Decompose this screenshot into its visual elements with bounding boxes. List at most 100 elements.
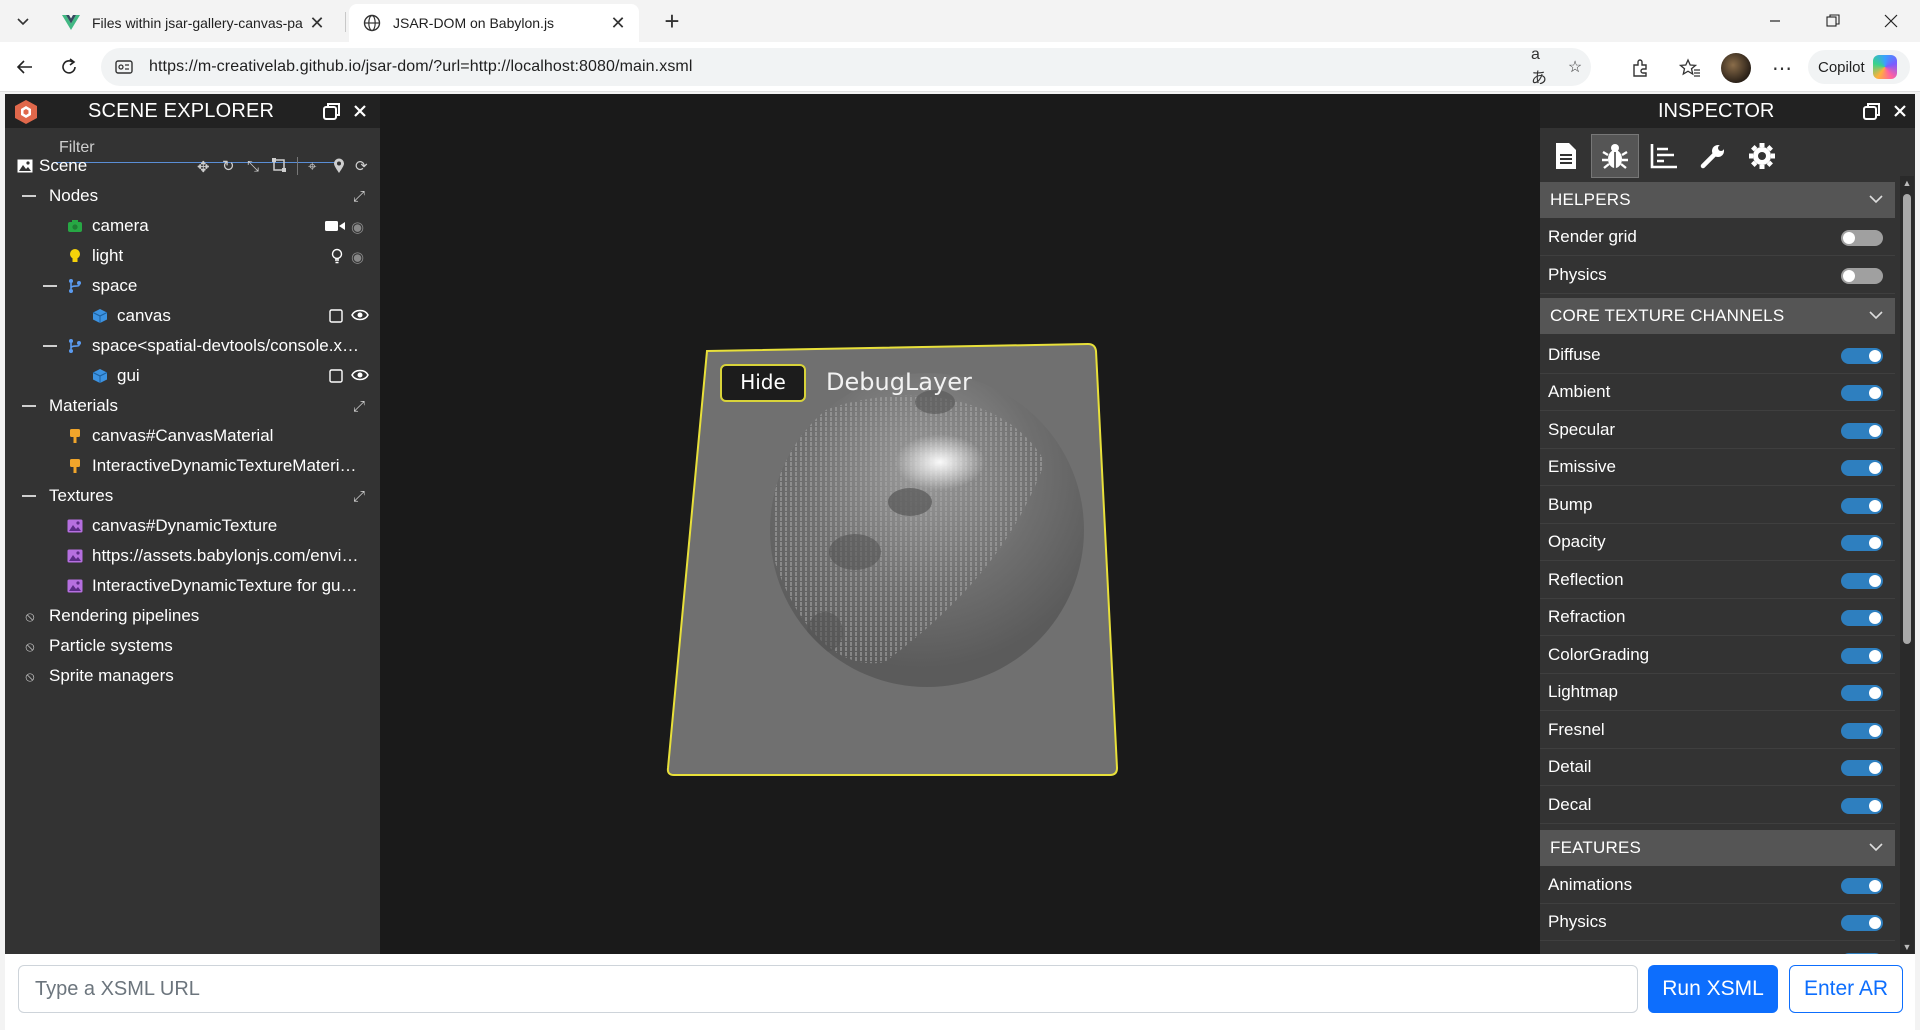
move-gizmo-icon[interactable]: ✥	[197, 158, 210, 176]
bounding-box-icon[interactable]	[272, 158, 286, 172]
copilot-label: Copilot	[1818, 58, 1865, 76]
render-canvas[interactable]: Hide DebugLayer	[380, 94, 1540, 954]
properties-tab-icon[interactable]	[1542, 134, 1590, 178]
emissive-toggle[interactable]	[1841, 460, 1883, 476]
refresh-icon[interactable]: ⟳	[355, 157, 368, 175]
popout-icon[interactable]	[321, 100, 343, 122]
tree-group-sprite-managers[interactable]: ⦸ Sprite managers	[5, 662, 380, 690]
tab-list-button[interactable]	[7, 6, 39, 36]
decal-toggle[interactable]	[1841, 798, 1883, 814]
tree-item-light[interactable]: light ◉	[5, 242, 380, 270]
prop-label: Decal	[1548, 795, 1592, 814]
rotate-gizmo-icon[interactable]: ↻	[222, 157, 235, 175]
collapse-all-icon[interactable]: ⤢	[353, 488, 365, 505]
profile-avatar[interactable]	[1721, 53, 1751, 83]
tree-item-canvas[interactable]: canvas	[5, 302, 380, 330]
light-toggle-icon[interactable]	[331, 248, 343, 264]
refraction-toggle[interactable]	[1841, 610, 1883, 626]
render-grid-toggle[interactable]	[1841, 230, 1883, 246]
tree-item-space-console[interactable]: space<spatial-devtools/console.x…	[5, 332, 380, 360]
tree-group-nodes[interactable]: Nodes ⤢	[5, 182, 380, 210]
close-icon[interactable]	[349, 100, 371, 122]
inspector-scrollbar[interactable]: ▲ ▼	[1900, 176, 1914, 954]
physics-feature-toggle[interactable]	[1841, 915, 1883, 931]
ambient-toggle[interactable]	[1841, 385, 1883, 401]
tree-item-space[interactable]: space	[5, 272, 380, 300]
bump-toggle[interactable]	[1841, 498, 1883, 514]
tab-close-icon[interactable]: ✕	[607, 12, 629, 34]
colorgrading-toggle[interactable]	[1841, 648, 1883, 664]
tree-item-texture[interactable]: https://assets.babylonjs.com/envi…	[5, 542, 380, 570]
copilot-button[interactable]: Copilot	[1808, 50, 1910, 84]
collapse-all-icon[interactable]: ⤢	[353, 398, 365, 415]
specular-toggle[interactable]	[1841, 423, 1883, 439]
tree-item-texture[interactable]: InteractiveDynamicTexture for gu…	[5, 572, 380, 600]
scroll-up-icon[interactable]: ▲	[1902, 178, 1912, 188]
section-core-texture-channels[interactable]: CORE TEXTURE CHANNELS	[1540, 298, 1895, 334]
tree-group-materials[interactable]: Materials ⤢	[5, 392, 380, 420]
bounding-box-toggle-icon[interactable]	[329, 309, 343, 323]
collapse-toggle[interactable]	[22, 495, 36, 497]
favorites-icon[interactable]	[1676, 54, 1704, 82]
bounding-box-toggle-icon[interactable]	[329, 369, 343, 383]
section-features[interactable]: FEATURES	[1540, 830, 1895, 866]
tree-group-particle-systems[interactable]: ⦸ Particle systems	[5, 632, 380, 660]
section-helpers[interactable]: HELPERS	[1540, 182, 1895, 218]
omnibox[interactable]: https://m-creativelab.github.io/jsar-dom…	[101, 46, 1591, 87]
video-camera-icon[interactable]	[325, 219, 345, 233]
collapse-toggle[interactable]	[43, 345, 57, 347]
eye-icon[interactable]: ◉	[351, 248, 364, 266]
favorite-star-icon[interactable]: ☆	[1563, 57, 1587, 77]
tools-tab-icon[interactable]	[1689, 134, 1737, 178]
tab-close-icon[interactable]: ✕	[306, 12, 328, 34]
minimize-button[interactable]	[1746, 0, 1804, 42]
eye-icon[interactable]: ◉	[351, 218, 364, 236]
more-menu-icon[interactable]: ⋯	[1768, 54, 1796, 82]
reflection-toggle[interactable]	[1841, 573, 1883, 589]
tree-item-material[interactable]: canvas#CanvasMaterial	[5, 422, 380, 450]
crosshair-icon[interactable]: ⌖	[308, 158, 316, 175]
detail-toggle[interactable]	[1841, 760, 1883, 776]
tab-jsar-dom[interactable]: JSAR-DOM on Babylon.js ✕	[349, 4, 639, 42]
physics-helper-toggle[interactable]	[1841, 268, 1883, 284]
tree-group-rendering-pipelines[interactable]: ⦸ Rendering pipelines	[5, 602, 380, 630]
hide-button[interactable]: Hide	[720, 364, 806, 402]
tab-files-within[interactable]: Files within jsar-gallery-canvas-pa ✕	[48, 4, 338, 42]
eye-icon[interactable]	[351, 309, 369, 321]
scrollbar-thumb[interactable]	[1903, 194, 1911, 644]
collapse-toggle[interactable]	[43, 285, 57, 287]
tree-item-camera[interactable]: camera ◉	[5, 212, 380, 240]
opacity-toggle[interactable]	[1841, 535, 1883, 551]
collapse-all-icon[interactable]: ⤢	[353, 188, 365, 205]
reload-button[interactable]	[52, 51, 86, 83]
enter-ar-button[interactable]: Enter AR	[1789, 965, 1903, 1013]
eye-icon[interactable]	[351, 369, 369, 381]
collapse-toggle[interactable]	[22, 405, 36, 407]
settings-tab-icon[interactable]	[1738, 134, 1786, 178]
close-icon[interactable]	[1889, 100, 1911, 122]
map-pin-icon[interactable]	[333, 158, 345, 174]
read-aloud-icon[interactable]: aあ	[1531, 46, 1555, 87]
restore-button[interactable]	[1804, 0, 1862, 42]
lightmap-toggle[interactable]	[1841, 685, 1883, 701]
tree-item-scene[interactable]: Scene ✥ ↻ ⤡ ⌖ ⟳	[5, 152, 380, 180]
fresnel-toggle[interactable]	[1841, 723, 1883, 739]
tree-item-gui[interactable]: gui	[5, 362, 380, 390]
diffuse-toggle[interactable]	[1841, 348, 1883, 364]
back-button[interactable]	[8, 51, 42, 83]
collapse-toggle[interactable]	[22, 195, 36, 197]
xsml-url-input[interactable]: Type a XSML URL	[18, 965, 1638, 1013]
extensions-icon[interactable]	[1626, 54, 1654, 82]
animations-toggle[interactable]	[1841, 878, 1883, 894]
popout-icon[interactable]	[1861, 100, 1883, 122]
tree-group-textures[interactable]: Textures ⤢	[5, 482, 380, 510]
tree-item-texture[interactable]: canvas#DynamicTexture	[5, 512, 380, 540]
tree-item-material[interactable]: InteractiveDynamicTextureMateri…	[5, 452, 380, 480]
run-xsml-button[interactable]: Run XSML	[1648, 965, 1778, 1013]
scroll-down-icon[interactable]: ▼	[1902, 942, 1912, 952]
statistics-tab-icon[interactable]	[1640, 134, 1688, 178]
close-window-button[interactable]	[1862, 0, 1920, 42]
debug-tab-icon[interactable]	[1591, 134, 1639, 178]
new-tab-button[interactable]: +	[656, 5, 688, 37]
scale-gizmo-icon[interactable]: ⤡	[247, 158, 259, 175]
